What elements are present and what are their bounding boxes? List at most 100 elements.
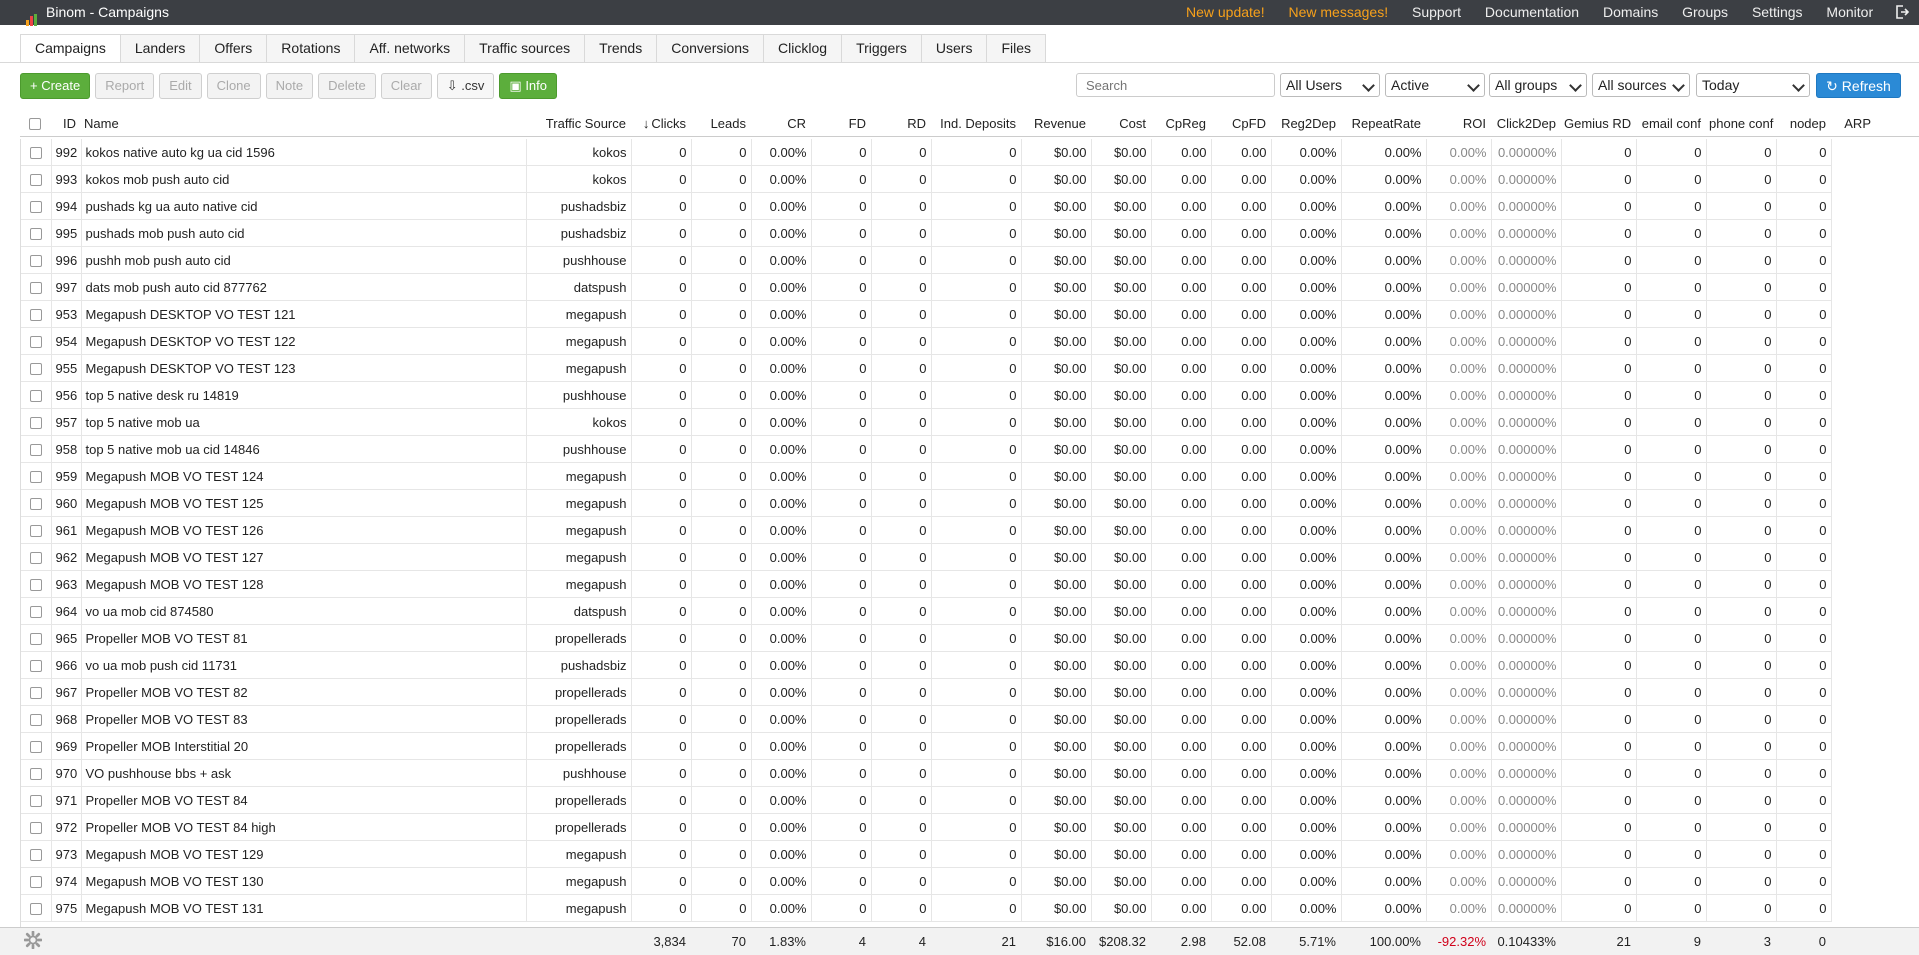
- users-select[interactable]: All Users: [1280, 73, 1380, 97]
- column-header-name[interactable]: Name: [80, 110, 525, 136]
- cell-name[interactable]: Propeller MOB VO TEST 84: [81, 786, 527, 814]
- table-row[interactable]: 954 Megapush DESKTOP VO TEST 122 megapush 0…: [21, 327, 1876, 355]
- gear-icon[interactable]: [24, 931, 42, 949]
- cell-name[interactable]: Megapush DESKTOP VO TEST 122: [81, 327, 527, 355]
- row-checkbox[interactable]: [21, 381, 52, 409]
- clear-button[interactable]: Clear: [380, 73, 432, 99]
- cell-name[interactable]: pushads mob push auto cid: [81, 219, 527, 247]
- row-checkbox[interactable]: [21, 651, 52, 679]
- row-checkbox[interactable]: [21, 678, 52, 706]
- table-row[interactable]: 973 Megapush MOB VO TEST 129 megapush 0 0 0.0…: [21, 840, 1876, 868]
- cell-name[interactable]: vo ua mob push cid 11731: [81, 651, 527, 679]
- new-update-link[interactable]: New update!: [1186, 4, 1265, 20]
- report-button[interactable]: Report: [95, 73, 155, 99]
- table-row[interactable]: 997 dats mob push auto cid 877762 datspush…: [21, 273, 1876, 301]
- tab-conversions[interactable]: Conversions: [656, 34, 764, 63]
- cell-name[interactable]: Propeller MOB VO TEST 81: [81, 624, 527, 652]
- column-header-reg2dep[interactable]: Reg2Dep: [1270, 110, 1340, 136]
- row-checkbox[interactable]: [21, 840, 52, 868]
- cell-name[interactable]: vo ua mob cid 874580: [81, 597, 527, 625]
- info-button[interactable]: ▣ Info: [499, 73, 557, 99]
- row-checkbox[interactable]: [21, 813, 52, 841]
- column-header-leads[interactable]: Leads: [690, 110, 750, 136]
- tab-aff-networks[interactable]: Aff. networks: [354, 34, 465, 63]
- cell-name[interactable]: Megapush MOB VO TEST 126: [81, 516, 527, 544]
- table-row[interactable]: 957 top 5 native mob ua kokos 0 0 0.00% 0 0 0 $0.…: [21, 408, 1876, 436]
- row-checkbox[interactable]: [21, 759, 52, 787]
- column-header-arp[interactable]: ARP: [1830, 110, 1875, 136]
- column-header-fd[interactable]: FD: [810, 110, 870, 136]
- row-checkbox[interactable]: [21, 597, 52, 625]
- row-checkbox[interactable]: [21, 624, 52, 652]
- column-header-cost[interactable]: Cost: [1090, 110, 1150, 136]
- row-checkbox[interactable]: [21, 462, 52, 490]
- column-header-clicks[interactable]: ↓ Clicks: [630, 110, 690, 136]
- column-header-cr[interactable]: CR: [750, 110, 810, 136]
- column-header-nodep[interactable]: nodep: [1775, 110, 1830, 136]
- cell-name[interactable]: Megapush DESKTOP VO TEST 123: [81, 354, 527, 382]
- cell-name[interactable]: Propeller MOB VO TEST 83: [81, 705, 527, 733]
- table-row[interactable]: 968 Propeller MOB VO TEST 83 propellerads 0…: [21, 705, 1876, 733]
- table-row[interactable]: 962 Megapush MOB VO TEST 127 megapush 0 0 0.0…: [21, 543, 1876, 571]
- row-checkbox[interactable]: [21, 516, 52, 544]
- select-all-checkbox[interactable]: [20, 110, 50, 136]
- row-checkbox[interactable]: [21, 435, 52, 463]
- cell-name[interactable]: Megapush MOB VO TEST 125: [81, 489, 527, 517]
- cell-name[interactable]: VO pushhouse bbs + ask: [81, 759, 527, 787]
- row-checkbox[interactable]: [21, 300, 52, 328]
- table-row[interactable]: 969 Propeller MOB Interstitial 20 propelle…: [21, 732, 1876, 760]
- row-checkbox[interactable]: [21, 570, 52, 598]
- new-messages-link[interactable]: New messages!: [1289, 4, 1389, 20]
- column-header-cpfd[interactable]: CpFD: [1210, 110, 1270, 136]
- table-row[interactable]: 971 Propeller MOB VO TEST 84 propellerads 0…: [21, 786, 1876, 814]
- table-row[interactable]: 965 Propeller MOB VO TEST 81 propellerads 0…: [21, 624, 1876, 652]
- cell-name[interactable]: Propeller MOB Interstitial 20: [81, 732, 527, 760]
- table-row[interactable]: 967 Propeller MOB VO TEST 82 propellerads 0…: [21, 678, 1876, 706]
- table-row[interactable]: 963 Megapush MOB VO TEST 128 megapush 0 0 0.0…: [21, 570, 1876, 598]
- row-checkbox[interactable]: [21, 867, 52, 895]
- table-row[interactable]: 974 Megapush MOB VO TEST 130 megapush 0 0 0.0…: [21, 867, 1876, 895]
- column-header-gemius-rd[interactable]: Gemius RD: [1560, 110, 1635, 136]
- tab-traffic-sources[interactable]: Traffic sources: [464, 34, 585, 63]
- documentation-link[interactable]: Documentation: [1485, 4, 1579, 20]
- tab-trends[interactable]: Trends: [584, 34, 657, 63]
- row-checkbox[interactable]: [21, 219, 52, 247]
- sources-select[interactable]: All sources: [1592, 73, 1690, 97]
- column-header-id[interactable]: ID: [50, 110, 80, 136]
- note-button[interactable]: Note: [265, 73, 314, 99]
- delete-button[interactable]: Delete: [318, 73, 376, 99]
- column-header-repeatrate[interactable]: RepeatRate: [1340, 110, 1425, 136]
- period-select[interactable]: Today: [1696, 73, 1810, 97]
- cell-name[interactable]: Megapush MOB VO TEST 129: [81, 840, 527, 868]
- table-row[interactable]: 966 vo ua mob push cid 11731 pushadsbiz 0 0 0…: [21, 651, 1876, 679]
- row-checkbox[interactable]: [21, 273, 52, 301]
- cell-name[interactable]: Megapush MOB VO TEST 130: [81, 867, 527, 895]
- cell-name[interactable]: top 5 native desk ru 14819: [81, 381, 527, 409]
- column-header-rd[interactable]: RD: [870, 110, 930, 136]
- create-button[interactable]: + Create: [20, 73, 91, 99]
- column-header-email-conf[interactable]: email conf: [1635, 110, 1705, 136]
- column-header-click2dep[interactable]: Click2Dep: [1490, 110, 1560, 136]
- row-checkbox[interactable]: [21, 894, 52, 922]
- row-checkbox[interactable]: [21, 489, 52, 517]
- cell-name[interactable]: kokos native auto kg ua cid 1596: [81, 139, 527, 166]
- cell-name[interactable]: Propeller MOB VO TEST 84 high: [81, 813, 527, 841]
- table-row[interactable]: 964 vo ua mob cid 874580 datspush 0 0 0.00% 0 0…: [21, 597, 1876, 625]
- row-checkbox[interactable]: [21, 327, 52, 355]
- tab-campaigns[interactable]: Campaigns: [20, 34, 120, 63]
- table-row[interactable]: 994 pushads kg ua auto native cid pushadsb…: [21, 192, 1876, 220]
- row-checkbox[interactable]: [21, 705, 52, 733]
- clone-button[interactable]: Clone: [206, 73, 261, 99]
- tab-clicklog[interactable]: Clicklog: [763, 34, 842, 63]
- settings-link[interactable]: Settings: [1752, 4, 1803, 20]
- tab-files[interactable]: Files: [986, 34, 1047, 63]
- row-checkbox[interactable]: [21, 139, 52, 166]
- row-checkbox[interactable]: [21, 192, 52, 220]
- table-row[interactable]: 970 VO pushhouse bbs + ask pushhouse 0 0 0.00…: [21, 759, 1876, 787]
- tab-offers[interactable]: Offers: [199, 34, 267, 63]
- cell-name[interactable]: Propeller MOB VO TEST 82: [81, 678, 527, 706]
- row-checkbox[interactable]: [21, 408, 52, 436]
- column-header-ind-deposits[interactable]: Ind. Deposits: [930, 110, 1020, 136]
- column-header-roi[interactable]: ROI: [1425, 110, 1490, 136]
- row-checkbox[interactable]: [21, 732, 52, 760]
